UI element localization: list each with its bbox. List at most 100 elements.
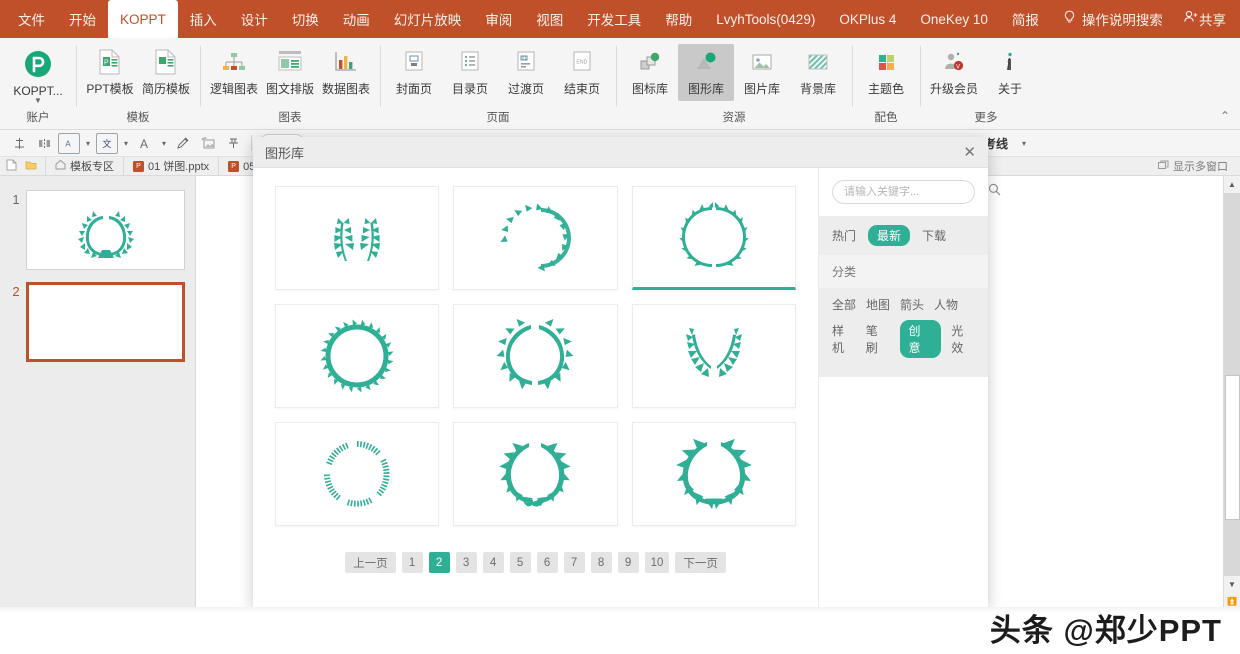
pagination-page-5[interactable]: 5 bbox=[509, 552, 531, 573]
slide-thumbnail-panel[interactable]: 1 2 bbox=[0, 176, 196, 627]
menu-item-koppt[interactable]: KOPPT bbox=[108, 0, 178, 38]
menu-item-review[interactable]: 审阅 bbox=[473, 0, 524, 38]
menu-item-insert[interactable]: 插入 bbox=[178, 0, 229, 38]
eyedropper-icon[interactable] bbox=[172, 133, 194, 154]
menu-item-design[interactable]: 设计 bbox=[229, 0, 280, 38]
pagination-page-10[interactable]: 10 bbox=[644, 552, 670, 573]
shape-cell-laurel-wreath-circle-thin[interactable] bbox=[631, 186, 796, 290]
distribute-icon[interactable] bbox=[33, 133, 55, 154]
open-folder-icon[interactable] bbox=[25, 159, 37, 174]
menu-item-lvyhtools[interactable]: LvyhTools(0429) bbox=[704, 0, 827, 38]
tab-pie-chart-file[interactable]: P 01 饼图.pptx bbox=[123, 156, 218, 176]
shape-cell-laurel-branches-pair[interactable] bbox=[275, 186, 440, 290]
scroll-thumb[interactable] bbox=[1224, 375, 1240, 520]
search-input[interactable] bbox=[842, 185, 988, 199]
align-icon[interactable] bbox=[8, 133, 30, 154]
share-area[interactable]: 共享 bbox=[1183, 0, 1240, 38]
menu-item-help[interactable]: 帮助 bbox=[653, 0, 704, 38]
category-map[interactable]: 地图 bbox=[866, 296, 890, 313]
shape-cell-laurel-wreath-classic[interactable] bbox=[453, 422, 618, 526]
menu-item-okplus[interactable]: OKPlus 4 bbox=[827, 0, 908, 38]
chevron-down-icon[interactable]: ▾ bbox=[159, 139, 169, 148]
slide-item-1[interactable]: 1 bbox=[0, 184, 195, 276]
pagination-page-2[interactable]: 2 bbox=[428, 552, 450, 573]
image-swap-icon[interactable] bbox=[197, 133, 219, 154]
ribbon-button-theme-color[interactable]: 主题色 bbox=[858, 44, 914, 97]
ribbon-button-toc-page[interactable]: 目录页 bbox=[442, 44, 498, 97]
pagination-prev[interactable]: 上一页 bbox=[345, 552, 396, 573]
shape-cell-laurel-wreath-ring-dense[interactable] bbox=[275, 304, 440, 408]
search-icon[interactable] bbox=[988, 183, 1001, 201]
shape-library-dialog[interactable]: 图形库 ✕ 上一页 1 2 3 4 5 6 7 8 9 10 下一页 请输入关键… bbox=[253, 137, 1001, 607]
ribbon-button-upgrade-member[interactable]: V 升级会员 bbox=[926, 44, 982, 97]
pagination-page-7[interactable]: 7 bbox=[563, 552, 585, 573]
close-icon[interactable]: ✕ bbox=[963, 143, 976, 161]
category-creative[interactable]: 创意 bbox=[899, 320, 942, 358]
ribbon-button-ppt-template[interactable]: P PPT模板 bbox=[82, 44, 138, 97]
slide-item-2[interactable]: 2 bbox=[0, 276, 195, 368]
pagination-page-6[interactable]: 6 bbox=[536, 552, 558, 573]
ribbon-button-shape-library[interactable]: 图形库 bbox=[678, 44, 734, 101]
chevron-down-icon[interactable]: ▾ bbox=[83, 139, 93, 148]
chevron-down-icon[interactable]: ▾ bbox=[121, 139, 131, 148]
menu-item-developer[interactable]: 开发工具 bbox=[575, 0, 653, 38]
scroll-up-arrow-icon[interactable]: ▲ bbox=[1223, 176, 1240, 193]
category-all[interactable]: 全部 bbox=[832, 296, 856, 313]
pagination-page-8[interactable]: 8 bbox=[590, 552, 612, 573]
ribbon-button-image-library[interactable]: 图片库 bbox=[734, 44, 790, 97]
category-brush[interactable]: 笔刷 bbox=[866, 322, 890, 356]
menu-item-home[interactable]: 开始 bbox=[57, 0, 108, 38]
category-person[interactable]: 人物 bbox=[934, 296, 958, 313]
filter-downloaded[interactable]: 下载 bbox=[922, 227, 946, 244]
shape-cell-laurel-wreath-open-top[interactable] bbox=[453, 304, 618, 408]
ribbon-button-about[interactable]: i 关于 bbox=[982, 44, 1038, 97]
ribbon-button-resume-template[interactable]: 简历模板 bbox=[138, 44, 194, 97]
tab-template-zone[interactable]: 模板专区 bbox=[45, 156, 123, 176]
shape-cell-laurel-wreath-bold[interactable] bbox=[631, 422, 796, 526]
chevron-down-icon[interactable]: ▼ bbox=[34, 97, 42, 105]
new-file-icon[interactable] bbox=[6, 159, 17, 174]
text-box-cn-icon[interactable]: 文 bbox=[96, 132, 118, 154]
category-arrow[interactable]: 箭头 bbox=[900, 296, 924, 313]
filter-newest[interactable]: 最新 bbox=[868, 225, 911, 246]
ribbon-button-transition-page[interactable]: 01 过渡页 bbox=[498, 44, 554, 97]
text-box-a-icon[interactable]: A bbox=[58, 132, 80, 154]
font-size-icon[interactable]: A bbox=[134, 133, 156, 154]
ribbon-button-logic-chart[interactable]: 逻辑图表 bbox=[206, 44, 262, 97]
ribbon-button-end-page[interactable]: END 结束页 bbox=[554, 44, 610, 97]
menu-item-view[interactable]: 视图 bbox=[524, 0, 575, 38]
ribbon-button-cover-page[interactable]: 封面页 bbox=[386, 44, 442, 97]
pagination-page-3[interactable]: 3 bbox=[455, 552, 477, 573]
pagination-next[interactable]: 下一页 bbox=[675, 552, 726, 573]
pin-icon[interactable] bbox=[222, 133, 244, 154]
slide-thumbnail[interactable] bbox=[26, 190, 185, 270]
menu-item-onekey[interactable]: OneKey 10 bbox=[908, 0, 1000, 38]
tell-me-search[interactable]: 操作说明搜索 bbox=[1051, 0, 1175, 38]
ribbon-button-background-library[interactable]: 背景库 bbox=[790, 44, 846, 97]
collapse-ribbon-icon[interactable]: ⌃ bbox=[1220, 109, 1230, 123]
menu-item-slideshow[interactable]: 幻灯片放映 bbox=[382, 0, 474, 38]
vertical-scrollbar[interactable]: ▲ ▼ ⏫ ⏬ bbox=[1223, 176, 1240, 627]
pagination-page-9[interactable]: 9 bbox=[617, 552, 639, 573]
filter-hot[interactable]: 热门 bbox=[832, 227, 856, 244]
search-box[interactable] bbox=[832, 180, 1001, 204]
category-light-effect[interactable]: 光效 bbox=[951, 322, 975, 356]
pagination-page-1[interactable]: 1 bbox=[401, 552, 423, 573]
ribbon-button-data-chart[interactable]: 数据图表 bbox=[318, 44, 374, 97]
menu-item-file[interactable]: 文件 bbox=[6, 0, 57, 38]
multi-window-toggle[interactable]: 显示多窗口 bbox=[1158, 158, 1234, 174]
menu-item-transition[interactable]: 切换 bbox=[280, 0, 331, 38]
shape-cell-laurel-wreath-open-left[interactable] bbox=[453, 186, 618, 290]
chevron-down-icon[interactable]: ▾ bbox=[1019, 139, 1029, 148]
ribbon-button-text-image-layout[interactable]: 图文排版 bbox=[262, 44, 318, 97]
menu-item-animation[interactable]: 动画 bbox=[331, 0, 382, 38]
ribbon-button-koppt-account[interactable]: KOPPT... ▼ bbox=[6, 44, 70, 105]
shape-cell-laurel-wings-pair[interactable] bbox=[631, 304, 796, 408]
menu-item-briefing[interactable]: 简报 bbox=[1000, 0, 1051, 38]
category-mockup[interactable]: 样机 bbox=[832, 322, 856, 356]
pagination-page-4[interactable]: 4 bbox=[482, 552, 504, 573]
scroll-track[interactable] bbox=[1223, 193, 1240, 576]
slide-thumbnail-selected[interactable] bbox=[26, 282, 185, 362]
scroll-down-arrow-icon[interactable]: ▼ bbox=[1223, 576, 1240, 593]
shape-cell-laurel-ring-dotted[interactable] bbox=[275, 422, 440, 526]
